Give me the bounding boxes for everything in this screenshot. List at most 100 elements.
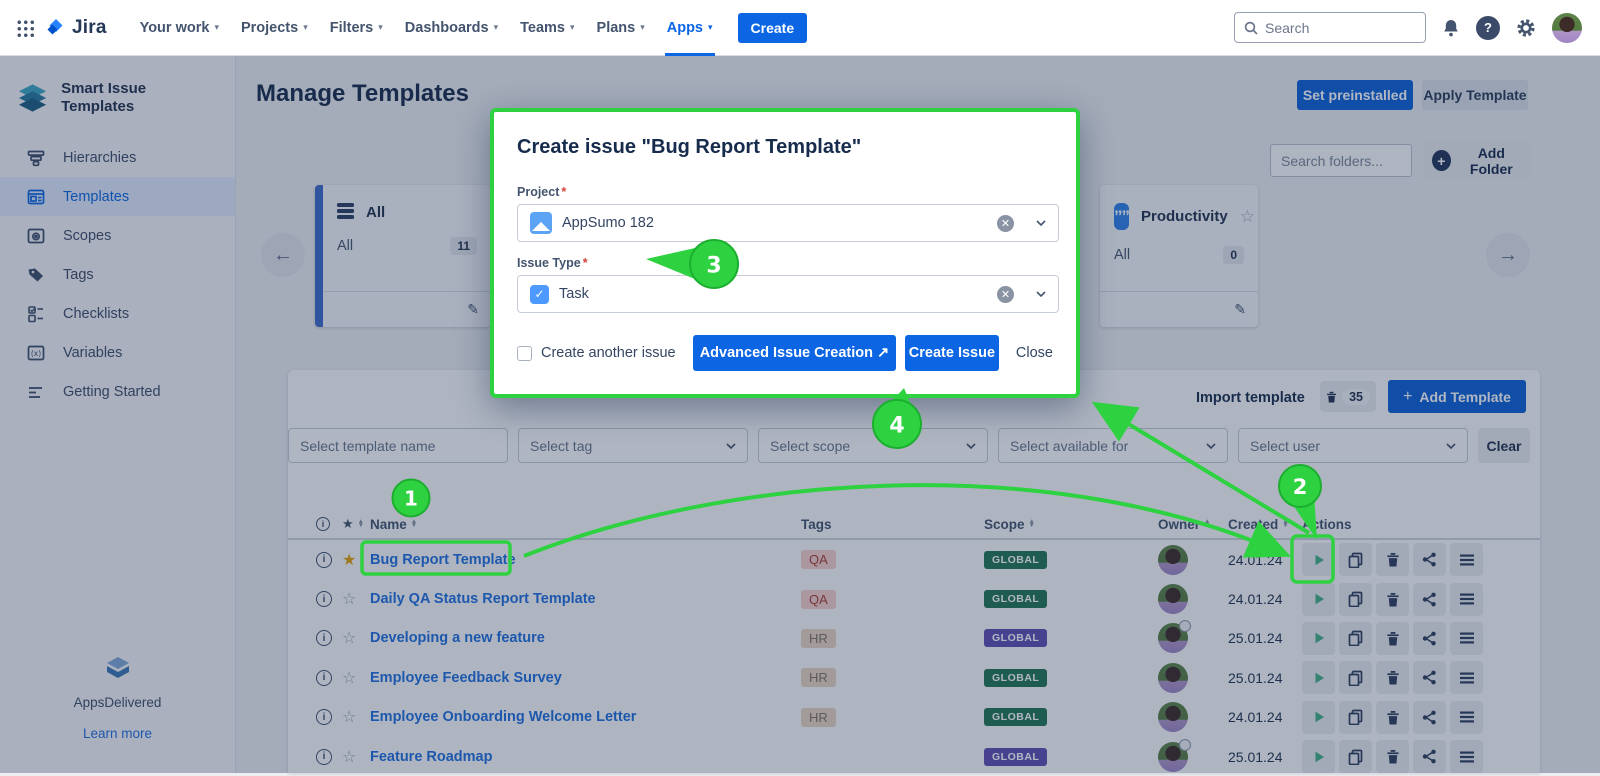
delete-button[interactable] [1376, 543, 1409, 576]
owner-avatar[interactable] [1158, 545, 1188, 575]
sidebar-item-tags[interactable]: Tags [0, 255, 235, 294]
owner-avatar[interactable] [1158, 663, 1188, 693]
star-icon-outline[interactable]: ☆ [342, 747, 356, 767]
sidebar-item-variables[interactable]: (x) Variables [0, 333, 235, 372]
sidebar-item-getting-started[interactable]: Getting Started [0, 372, 235, 411]
global-search[interactable] [1234, 12, 1426, 43]
edit-pencil-icon[interactable]: ✎ [467, 301, 479, 318]
nav-apps[interactable]: Apps▾ [667, 0, 713, 56]
create-issue-button[interactable]: Create Issue [905, 335, 999, 371]
template-name-link[interactable]: Bug Report Template [370, 552, 516, 568]
nav-projects[interactable]: Projects▾ [241, 0, 308, 56]
nav-your-work[interactable]: Your work▾ [140, 0, 219, 56]
info-icon[interactable]: i [316, 552, 332, 568]
apply-play-button[interactable] [1302, 661, 1335, 694]
folder-card-all[interactable]: All All 11 ✎ [315, 185, 491, 327]
owner-avatar[interactable] [1158, 623, 1188, 653]
copy-button[interactable] [1339, 661, 1372, 694]
column-header-scope[interactable]: Scope [984, 517, 1025, 532]
template-name-link[interactable]: Daily QA Status Report Template [370, 591, 596, 607]
sort-icon[interactable]: ▲▼ [411, 520, 417, 527]
apply-play-button[interactable] [1302, 583, 1335, 616]
owner-avatar[interactable] [1158, 702, 1188, 732]
share-button[interactable] [1413, 543, 1446, 576]
filter-select[interactable]: Select available for [998, 428, 1228, 463]
close-modal-button[interactable]: Close [1016, 345, 1053, 361]
column-header-owner[interactable]: Owner [1158, 517, 1200, 532]
delete-button[interactable] [1376, 661, 1409, 694]
advanced-issue-creation-button[interactable]: Advanced Issue Creation ↗ [693, 335, 896, 371]
tag-chip[interactable]: HR [801, 668, 836, 687]
tag-chip[interactable]: HR [801, 708, 836, 727]
copy-button[interactable] [1339, 622, 1372, 655]
info-icon[interactable]: i [316, 591, 332, 607]
folder-card-productivity[interactable]: ”” Productivity ☆ All 0 ✎ [1100, 185, 1258, 327]
sidebar-item-hierarchies[interactable]: Hierarchies [0, 138, 235, 177]
sort-icon[interactable]: ▲▼ [1282, 520, 1288, 527]
tag-chip[interactable]: QA [801, 550, 836, 569]
info-icon[interactable]: i [316, 709, 332, 725]
learn-more-link[interactable]: Learn more [83, 726, 152, 741]
owner-avatar[interactable] [1158, 584, 1188, 614]
jira-logo[interactable]: Jira [44, 16, 107, 40]
apply-template-button[interactable]: Apply Template [1422, 80, 1528, 110]
nav-filters[interactable]: Filters▾ [330, 0, 383, 56]
delete-button[interactable] [1376, 740, 1409, 773]
import-template-button[interactable]: Import template [1196, 390, 1305, 406]
template-name-link[interactable]: Employee Onboarding Welcome Letter [370, 709, 636, 725]
chevron-down-icon[interactable] [1036, 220, 1046, 226]
delete-button[interactable] [1376, 622, 1409, 655]
issue-type-select[interactable]: ✓ Task ✕ [517, 275, 1059, 313]
apply-play-button[interactable] [1302, 701, 1335, 734]
apply-play-button[interactable] [1302, 622, 1335, 655]
set-preinstalled-button[interactable]: Set preinstalled [1297, 80, 1413, 110]
create-button[interactable]: Create [738, 13, 808, 43]
notifications-bell-icon[interactable] [1441, 18, 1461, 38]
template-name-link[interactable]: Feature Roadmap [370, 749, 492, 765]
more-menu-button[interactable] [1450, 740, 1483, 773]
info-icon[interactable]: i [316, 749, 332, 765]
chevron-down-icon[interactable] [1036, 291, 1046, 297]
apply-play-button[interactable] [1302, 543, 1335, 576]
copy-button[interactable] [1339, 701, 1372, 734]
apply-play-button[interactable] [1302, 740, 1335, 773]
copy-button[interactable] [1339, 583, 1372, 616]
tag-chip[interactable]: HR [801, 629, 836, 648]
share-button[interactable] [1413, 701, 1446, 734]
filter-select[interactable]: Select user [1238, 428, 1468, 463]
sidebar-item-checklists[interactable]: Checklists [0, 294, 235, 333]
more-menu-button[interactable] [1450, 583, 1483, 616]
carousel-left-arrow[interactable]: ← [261, 233, 305, 277]
sort-icon[interactable]: ▲▼ [1204, 520, 1210, 527]
star-icon-outline[interactable]: ☆ [342, 668, 356, 688]
add-template-button[interactable]: + Add Template [1388, 380, 1526, 413]
sidebar-item-templates[interactable]: Templates [0, 177, 235, 216]
more-menu-button[interactable] [1450, 543, 1483, 576]
filter-select[interactable]: Select scope [758, 428, 988, 463]
share-button[interactable] [1413, 622, 1446, 655]
star-icon-filled[interactable]: ★ [342, 550, 356, 570]
star-icon-outline[interactable]: ☆ [342, 707, 356, 727]
settings-gear-icon[interactable] [1515, 17, 1537, 39]
edit-pencil-icon[interactable]: ✎ [1234, 301, 1246, 318]
more-menu-button[interactable] [1450, 701, 1483, 734]
star-icon-outline[interactable]: ☆ [342, 628, 356, 648]
tag-chip[interactable]: QA [801, 590, 836, 609]
column-header-created[interactable]: Created [1228, 517, 1278, 532]
project-select[interactable]: AppSumo 182 ✕ [517, 204, 1059, 242]
more-menu-button[interactable] [1450, 661, 1483, 694]
share-button[interactable] [1413, 740, 1446, 773]
app-switcher-icon[interactable] [16, 19, 34, 37]
share-button[interactable] [1413, 661, 1446, 694]
owner-avatar[interactable] [1158, 742, 1188, 772]
delete-button[interactable] [1376, 583, 1409, 616]
add-folder-button[interactable]: + Add Folder [1424, 142, 1532, 179]
share-button[interactable] [1413, 583, 1446, 616]
copy-button[interactable] [1339, 740, 1372, 773]
info-icon[interactable]: i [316, 630, 332, 646]
column-header-name[interactable]: Name [370, 517, 407, 532]
sort-icon[interactable]: ▲▼ [1029, 520, 1035, 527]
info-icon[interactable]: i [316, 670, 332, 686]
search-input[interactable] [1265, 20, 1405, 36]
clear-selection-icon[interactable]: ✕ [997, 215, 1014, 232]
